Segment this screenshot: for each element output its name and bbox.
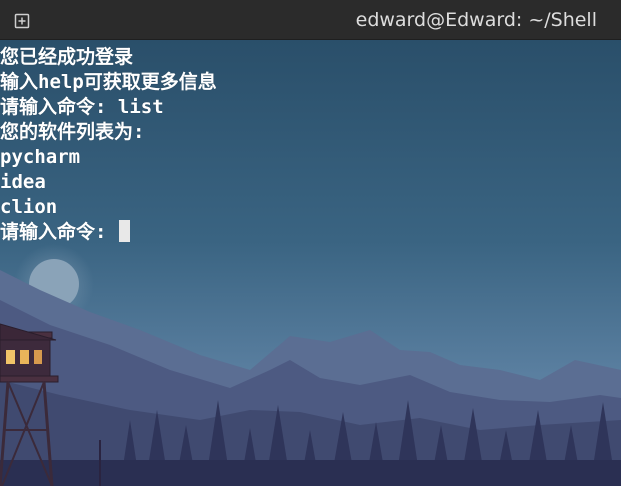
output-line: idea: [0, 171, 46, 193]
title-bar: edward@Edward: ~/Shell: [0, 0, 621, 40]
new-tab-icon[interactable]: [12, 11, 32, 31]
output-line: clion: [0, 196, 58, 218]
terminal-output[interactable]: 您已经成功登录 输入help可获取更多信息 请输入命令: list 您的软件列表…: [0, 45, 621, 486]
output-line: pycharm: [0, 146, 81, 168]
output-line: 请输入命令: list: [0, 96, 164, 118]
terminal-window: edward@Edward: ~/Shell 您已经成功登录 输入help可获取…: [0, 0, 621, 486]
output-line: 您的软件列表为:: [0, 121, 145, 143]
output-line: 您已经成功登录: [0, 46, 134, 68]
text-cursor: [118, 220, 130, 242]
prompt-text: 请输入命令:: [0, 221, 118, 243]
window-title: edward@Edward: ~/Shell: [355, 9, 597, 31]
output-line: 输入help可获取更多信息: [0, 71, 217, 93]
prompt-line[interactable]: 请输入命令:: [0, 220, 621, 245]
